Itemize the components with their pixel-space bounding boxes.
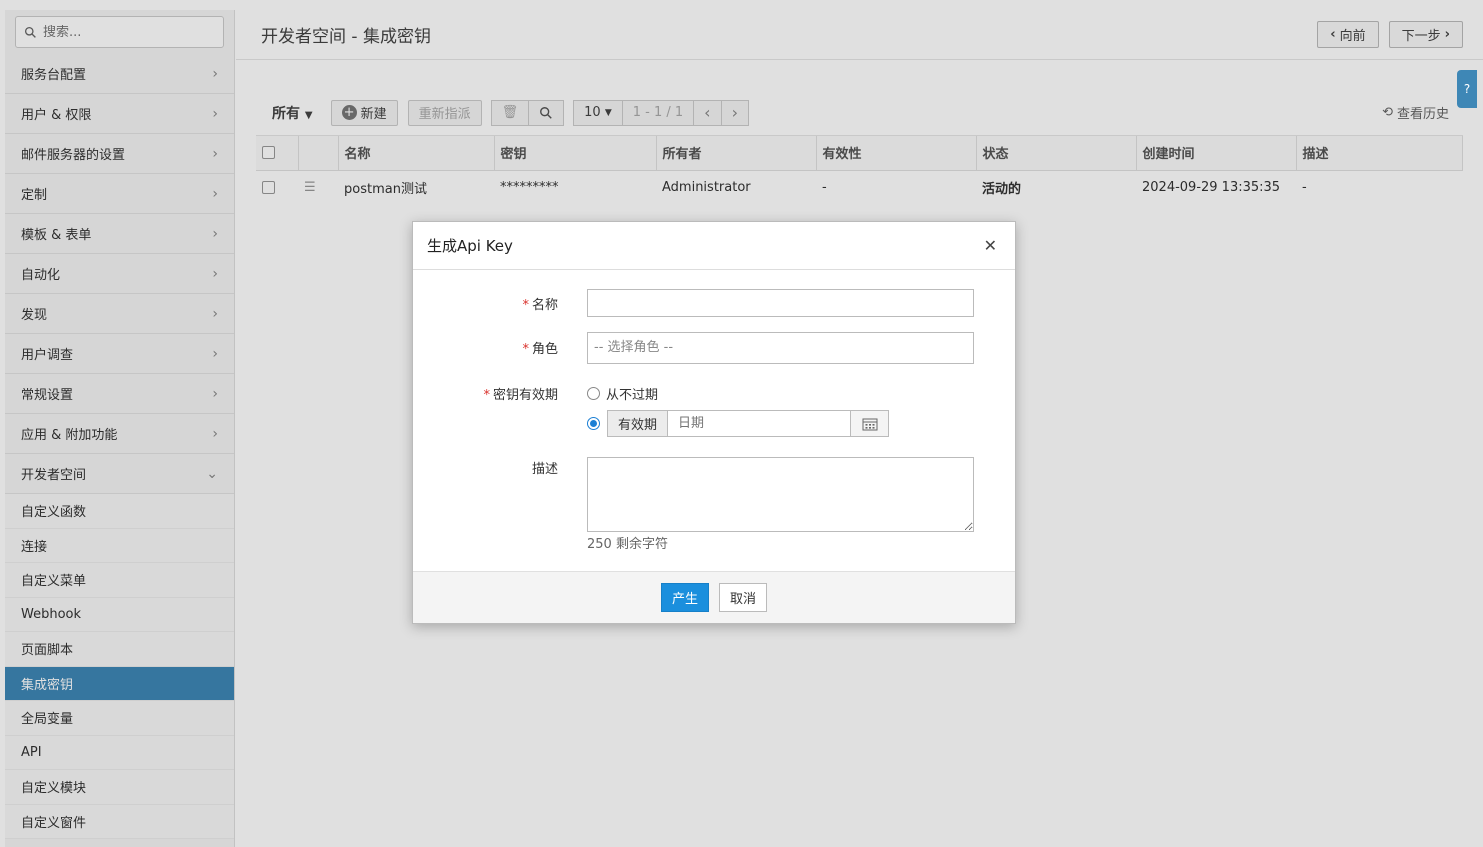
help-tab[interactable]: ? <box>1457 70 1477 108</box>
never-expire-radio[interactable] <box>587 387 600 400</box>
role-select[interactable]: -- 选择角色 -- <box>587 332 974 364</box>
generate-api-key-dialog: 生成Api Key ✕ * 名称 * 角色 -- 选择角色 -- * 密钥有效期 从不… <box>412 221 1016 624</box>
generate-button[interactable]: 产生 <box>660 583 709 612</box>
expiry-date-input[interactable] <box>668 411 851 436</box>
validity-label: * 密钥有效期 <box>483 388 558 403</box>
never-expire-option[interactable]: 从不过期 <box>587 384 658 403</box>
description-label: 描述 <box>531 462 558 477</box>
calendar-button[interactable] <box>850 411 889 436</box>
role-label: * 角色 <box>522 342 558 357</box>
close-icon[interactable]: ✕ <box>984 236 997 255</box>
valid-until-radio[interactable] <box>587 417 600 430</box>
date-input-group: 有效期 <box>607 410 890 437</box>
valid-until-addon: 有效期 <box>608 411 669 436</box>
dialog-title: 生成Api Key <box>427 237 513 255</box>
valid-until-option: 有效期 <box>587 410 890 437</box>
help-icon: ? <box>1463 82 1471 96</box>
name-label: * 名称 <box>522 298 558 313</box>
cancel-button[interactable]: 取消 <box>719 583 768 612</box>
calendar-icon <box>862 418 878 430</box>
chars-remaining: 250 剩余字符 <box>587 537 668 552</box>
name-input[interactable] <box>587 289 974 317</box>
description-textarea[interactable] <box>587 457 974 532</box>
